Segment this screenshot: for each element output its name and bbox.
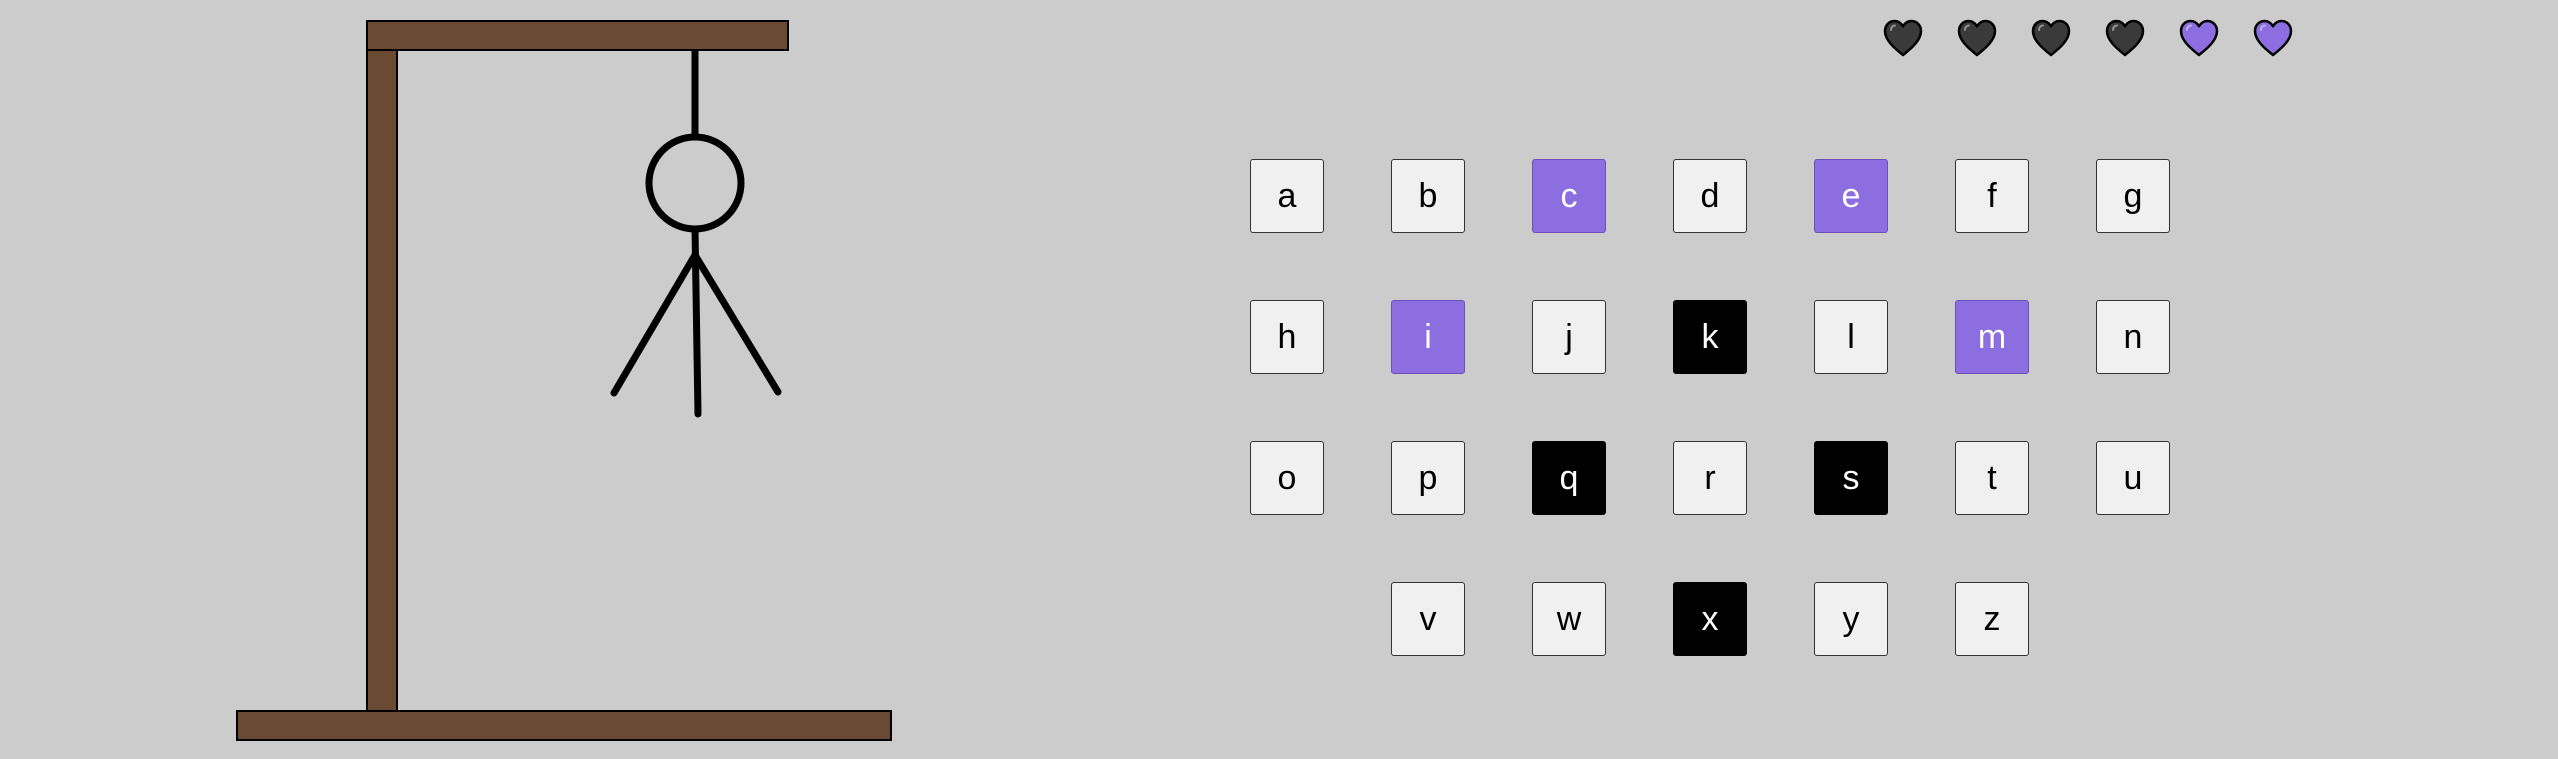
key-i[interactable]: i [1391,300,1465,374]
key-z[interactable]: z [1955,582,2029,656]
hangman-left-arm [610,251,699,397]
key-x[interactable]: x [1673,582,1747,656]
key-n[interactable]: n [2096,300,2170,374]
hangman-right-arm [691,251,782,396]
key-d[interactable]: d [1673,159,1747,233]
heart-icon [2031,19,2071,57]
hangman-figure [610,133,782,418]
key-q[interactable]: q [1532,441,1606,515]
gallows-post [366,49,398,712]
key-j[interactable]: j [1532,300,1606,374]
key-h[interactable]: h [1250,300,1324,374]
key-g[interactable]: g [2096,159,2170,233]
heart-icon [1957,19,1997,57]
key-b[interactable]: b [1391,159,1465,233]
gallows [236,20,892,741]
gallows-beam [366,20,789,51]
key-l[interactable]: l [1814,300,1888,374]
key-o[interactable]: o [1250,441,1324,515]
heart-icon [2179,19,2219,57]
heart-icon [2105,19,2145,57]
lives-hearts [1882,18,2294,60]
key-r[interactable]: r [1673,441,1747,515]
key-p[interactable]: p [1391,441,1465,515]
key-t[interactable]: t [1955,441,2029,515]
key-w[interactable]: w [1532,582,1606,656]
key-k[interactable]: k [1673,300,1747,374]
key-s[interactable]: s [1814,441,1888,515]
hangman-head [645,133,745,233]
key-f[interactable]: f [1955,159,2029,233]
gallows-base [236,710,892,741]
key-a[interactable]: a [1250,159,1324,233]
key-c[interactable]: c [1532,159,1606,233]
key-u[interactable]: u [2096,441,2170,515]
key-v[interactable]: v [1391,582,1465,656]
key-y[interactable]: y [1814,582,1888,656]
key-m[interactable]: m [1955,300,2029,374]
heart-icon [1883,19,1923,57]
heart-icon [2253,19,2293,57]
key-e[interactable]: e [1814,159,1888,233]
